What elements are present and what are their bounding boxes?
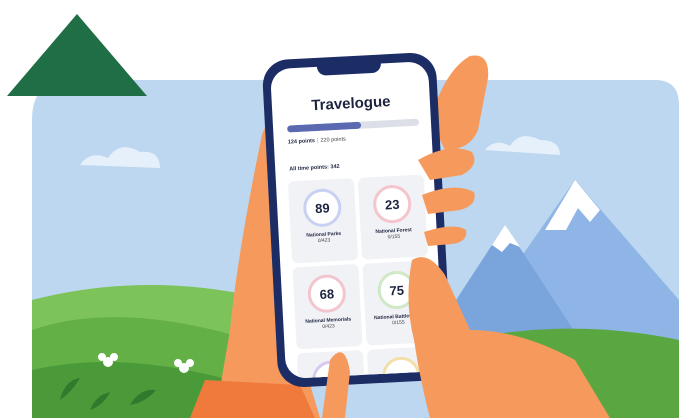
goal-points: 220 points — [320, 136, 346, 144]
current-points: 124 points — [287, 138, 316, 146]
count-ring: 23 — [372, 184, 413, 225]
category-label: National Memorials 0/423 — [305, 316, 352, 330]
app-screen: Travelogue 124 points | 220 points All tim… — [269, 61, 445, 379]
category-label: National Battlefields 0/155 — [373, 312, 423, 327]
app-title: Travelogue — [310, 93, 391, 115]
category-card[interactable] — [366, 346, 438, 379]
count-ring: 68 — [306, 273, 347, 314]
all-time-points: All time points: 342 — [289, 163, 340, 173]
category-card[interactable]: 23 National Forest 0/155 — [357, 174, 428, 260]
points-summary: 124 points | 220 points — [288, 136, 346, 145]
category-label: National Parks 0/423 — [306, 230, 342, 245]
category-grid: 89 National Parks 0/423 23 National Fores… — [287, 174, 438, 379]
logo-triangle — [7, 14, 147, 96]
count-ring — [311, 359, 352, 379]
points-progress-fill — [286, 121, 362, 133]
category-card[interactable]: 89 National Parks 0/423 — [287, 178, 359, 264]
count-ring — [381, 355, 422, 379]
count-ring: 89 — [302, 187, 343, 228]
count-ring: 75 — [376, 270, 417, 310]
hill — [440, 328, 679, 418]
category-card[interactable]: 75 National Battlefields 0/155 — [362, 260, 433, 346]
phone: Travelogue 124 points | 220 points All tim… — [261, 51, 453, 389]
category-label: National Forest 0/155 — [375, 227, 412, 241]
points-progress-bar — [286, 118, 420, 133]
category-card[interactable]: 68 National Memorials 0/423 — [292, 263, 363, 350]
category-card[interactable] — [296, 349, 368, 379]
